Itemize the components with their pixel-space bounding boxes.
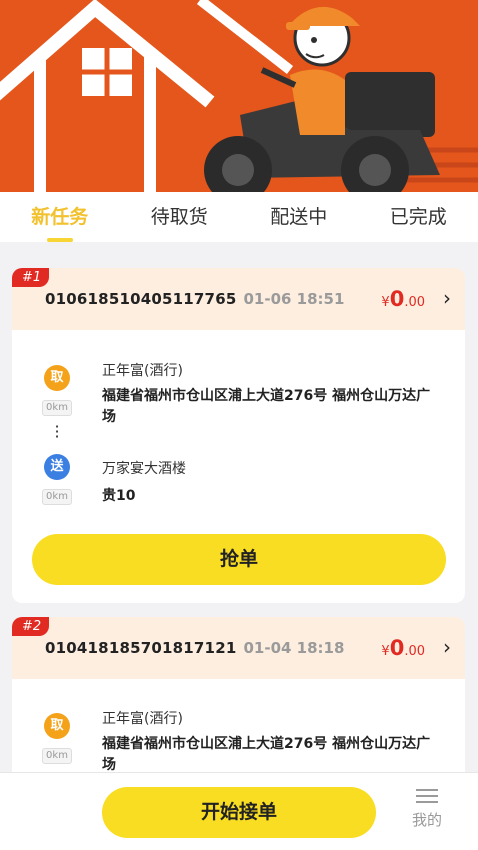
order-price: ¥0.00 [381, 636, 425, 660]
order-index-badge: #2 [12, 617, 50, 636]
grab-order-button[interactable]: 抢单 [32, 534, 446, 585]
pickup-name: 正年富(酒行) [102, 711, 183, 727]
dropoff-distance: 0km [42, 489, 72, 505]
tab-completed[interactable]: 已完成 [359, 192, 478, 242]
status-tabs: 新任务 待取货 配送中 已完成 [0, 192, 478, 242]
tab-to-pickup[interactable]: 待取货 [120, 192, 240, 242]
banner-illustration [0, 0, 478, 192]
pickup-name: 正年富(酒行) [102, 363, 183, 379]
dropoff-address: 贵10 [102, 488, 136, 504]
order-header[interactable]: #1 010618510405117765 01-06 18:51 ¥0.00 … [12, 268, 465, 330]
chevron-right-icon[interactable]: › [443, 635, 451, 659]
order-time: 01-04 18:18 [243, 639, 345, 657]
courier-scooter-illustration [0, 0, 478, 192]
pickup-pin-icon: 取 [44, 365, 70, 391]
pickup-address: 福建省福州市仓山区浦上大道276号 福州仓山万达广场 [102, 388, 431, 425]
mine-label: 我的 [411, 811, 442, 829]
pickup-pin-icon: 取 [44, 713, 70, 739]
order-price: ¥0.00 [381, 287, 425, 311]
dropoff-name: 万家宴大酒楼 [102, 461, 186, 477]
menu-icon [416, 789, 438, 803]
start-accepting-button[interactable]: 开始接单 [102, 787, 376, 838]
order-time: 01-06 18:51 [243, 290, 345, 308]
order-index-badge: #1 [12, 268, 50, 287]
bottom-bar: 开始接单 我的 [0, 772, 478, 850]
order-card: #1 010618510405117765 01-06 18:51 ¥0.00 … [12, 268, 465, 603]
mine-nav-item[interactable]: 我的 [403, 789, 451, 830]
tab-delivering[interactable]: 配送中 [239, 192, 359, 242]
order-header[interactable]: #2 010418185701817121 01-04 18:18 ¥0.00 … [12, 617, 465, 679]
dropoff-pin-icon: 送 [44, 454, 70, 480]
pickup-distance: 0km [42, 400, 72, 416]
pickup-distance: 0km [42, 748, 72, 764]
order-number: 010618510405117765 [45, 290, 237, 308]
pickup-address: 福建省福州市仓山区浦上大道276号 福州仓山万达广场 [102, 736, 431, 773]
tab-new-tasks[interactable]: 新任务 [0, 192, 120, 242]
order-number: 010418185701817121 [45, 639, 237, 657]
chevron-right-icon[interactable]: › [443, 286, 451, 310]
route-dots-icon: · · · [54, 417, 60, 446]
